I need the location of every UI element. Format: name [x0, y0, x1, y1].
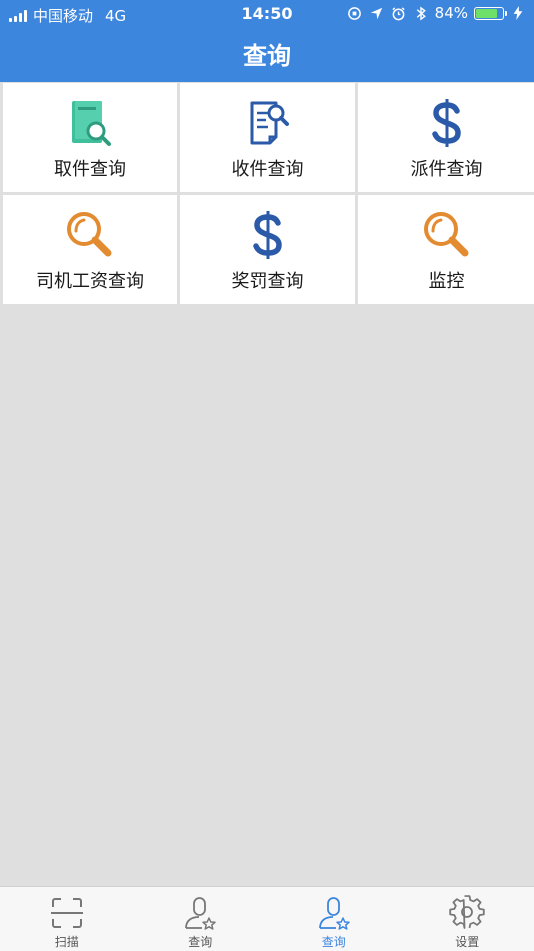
document-search-icon: [242, 97, 294, 149]
battery-percent: 84%: [435, 4, 468, 22]
tab-scan[interactable]: 扫描: [0, 887, 134, 951]
user-star-icon: [316, 895, 352, 931]
bottom-tab-bar: 扫描 查询 查询 设置: [0, 886, 534, 951]
location-arrow-icon: [369, 5, 385, 21]
scan-icon: [49, 895, 85, 931]
gear-icon: [449, 895, 485, 931]
battery-icon: [474, 7, 504, 20]
tab-settings-label: 设置: [401, 933, 534, 950]
orientation-lock-icon: [347, 5, 363, 21]
reward-penalty-query-button[interactable]: 奖罚查询: [180, 195, 355, 304]
user-star-icon: [182, 895, 218, 931]
dispatch-query-label: 派件查询: [358, 155, 534, 181]
driver-salary-query-button[interactable]: 司机工资查询: [3, 195, 177, 304]
dollar-icon: [421, 97, 473, 149]
pickup-query-label: 取件查询: [3, 155, 177, 181]
status-bar: 中国移动 4G 14:50 84%: [0, 0, 534, 28]
tab-scan-label: 扫描: [0, 933, 134, 950]
dollar-icon: [242, 209, 294, 261]
battery-level-fill: [476, 9, 497, 18]
tab-query[interactable]: 查询: [134, 887, 268, 951]
receive-query-label: 收件查询: [180, 155, 355, 181]
charging-bolt-icon: [510, 5, 526, 21]
pickup-query-button[interactable]: 取件查询: [3, 83, 177, 192]
alarm-clock-icon: [391, 5, 407, 21]
receive-query-button[interactable]: 收件查询: [180, 83, 355, 192]
tab-query-label: 查询: [134, 933, 268, 950]
book-search-icon: [64, 97, 116, 149]
reward-penalty-query-label: 奖罚查询: [180, 267, 355, 293]
page-title: 查询: [0, 36, 534, 71]
magnifier-icon: [64, 209, 116, 261]
magnifier-icon: [421, 209, 473, 261]
tab-query-active-label: 查询: [267, 933, 401, 950]
monitor-button[interactable]: 监控: [358, 195, 534, 304]
tab-settings[interactable]: 设置: [401, 887, 534, 951]
status-right: 84%: [347, 4, 526, 22]
bluetooth-icon: [413, 5, 429, 21]
driver-salary-query-label: 司机工资查询: [3, 267, 177, 293]
query-menu-grid: 取件查询 收件查询 派件查询 司机工资查询: [0, 82, 534, 304]
tab-query-active[interactable]: 查询: [267, 887, 401, 951]
header-bar: 中国移动 4G 14:50 84% 查询: [0, 0, 534, 82]
monitor-label: 监控: [358, 267, 534, 293]
dispatch-query-button[interactable]: 派件查询: [358, 83, 534, 192]
